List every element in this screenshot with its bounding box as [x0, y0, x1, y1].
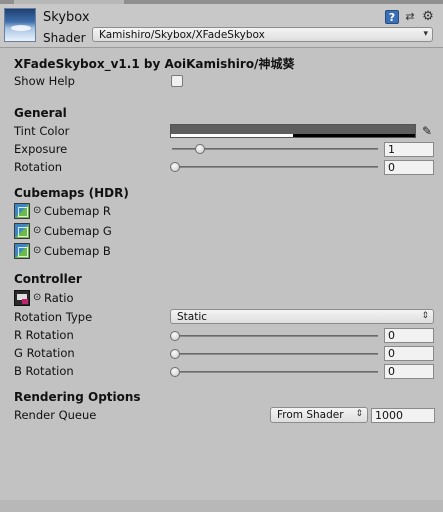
section-controller: Controller	[14, 272, 82, 286]
slider-thumb[interactable]	[170, 367, 180, 377]
show-help-checkbox[interactable]	[171, 75, 183, 87]
b-rotation-value[interactable]: 0	[384, 364, 434, 379]
exposure-value[interactable]: 1	[384, 142, 434, 157]
object-picker-icon[interactable]: ⊙	[33, 223, 41, 239]
inspector-footer	[0, 500, 443, 512]
cubemap-b-texture-icon[interactable]	[14, 243, 30, 259]
slider-track	[172, 353, 378, 355]
cubemap-g-label: Cubemap G	[44, 224, 112, 238]
slider-track	[172, 335, 378, 337]
shader-dropdown-value: Kamishiro/Skybox/XFadeSkybox	[99, 28, 265, 41]
shader-label: Shader	[43, 31, 86, 45]
shader-title: XFadeSkybox_v1.1 by AoiKamishiro/神城葵	[14, 57, 295, 71]
render-queue-source-value: From Shader	[277, 409, 344, 421]
shader-dropdown[interactable]: Kamishiro/Skybox/XFadeSkybox ▾	[92, 27, 433, 42]
section-general: General	[14, 106, 67, 120]
r-rotation-label: R Rotation	[14, 328, 74, 342]
skybox-material-icon	[4, 8, 36, 42]
slider-thumb[interactable]	[195, 144, 205, 154]
preset-icon[interactable]: ⇄	[403, 10, 417, 24]
exposure-slider[interactable]	[170, 141, 380, 157]
cubemap-b-label: Cubemap B	[44, 244, 111, 258]
slider-track	[172, 371, 378, 373]
eyedropper-icon[interactable]: ✎	[420, 124, 434, 138]
rotation-slider[interactable]	[170, 159, 380, 175]
dropdown-arrow-icon: ⇕	[355, 409, 363, 419]
render-texture-icon[interactable]	[14, 290, 30, 306]
rotation-type-value: Static	[177, 310, 208, 323]
rotation-type-label: Rotation Type	[14, 310, 93, 324]
gear-icon[interactable]: ⚙	[421, 10, 435, 24]
dropdown-arrow-icon: ▾	[423, 29, 428, 39]
render-queue-value[interactable]: 1000	[371, 408, 435, 423]
b-rotation-label: B Rotation	[14, 364, 74, 378]
rotation-type-dropdown[interactable]: Static ⇕	[170, 309, 434, 324]
alpha-bar-filled	[171, 134, 293, 137]
slider-thumb[interactable]	[170, 162, 180, 172]
exposure-label: Exposure	[14, 142, 68, 156]
slider-thumb[interactable]	[170, 331, 180, 341]
g-rotation-slider[interactable]	[170, 346, 380, 362]
tint-color-label: Tint Color	[14, 124, 70, 138]
cubemap-r-texture-icon[interactable]	[14, 203, 30, 219]
b-rotation-slider[interactable]	[170, 364, 380, 380]
cubemap-g-texture-icon[interactable]	[14, 223, 30, 239]
object-picker-icon[interactable]: ⊙	[33, 290, 41, 306]
g-rotation-label: G Rotation	[14, 346, 75, 360]
alpha-bar-empty	[293, 134, 415, 137]
r-rotation-slider[interactable]	[170, 328, 380, 344]
section-cubemaps: Cubemaps (HDR)	[14, 186, 129, 200]
r-rotation-value[interactable]: 0	[384, 328, 434, 343]
object-picker-icon[interactable]: ⊙	[33, 203, 41, 219]
rotation-label: Rotation	[14, 160, 63, 174]
tint-color-field[interactable]	[170, 124, 416, 138]
dropdown-arrow-icon: ⇕	[421, 311, 429, 321]
object-picker-icon[interactable]: ⊙	[33, 243, 41, 259]
material-name: Skybox	[43, 10, 90, 25]
render-queue-source-dropdown[interactable]: From Shader ⇕	[270, 407, 368, 423]
slider-track	[172, 166, 378, 168]
cubemap-r-label: Cubemap R	[44, 204, 111, 218]
help-icon[interactable]: ?	[385, 10, 399, 24]
show-help-label: Show Help	[14, 74, 75, 88]
rotation-value[interactable]: 0	[384, 160, 434, 175]
ratio-label: Ratio	[44, 291, 74, 305]
slider-thumb[interactable]	[170, 349, 180, 359]
header-icons: ? ⇄ ⚙	[385, 10, 435, 24]
section-rendering-options: Rendering Options	[14, 390, 141, 404]
g-rotation-value[interactable]: 0	[384, 346, 434, 361]
render-queue-label: Render Queue	[14, 408, 97, 422]
